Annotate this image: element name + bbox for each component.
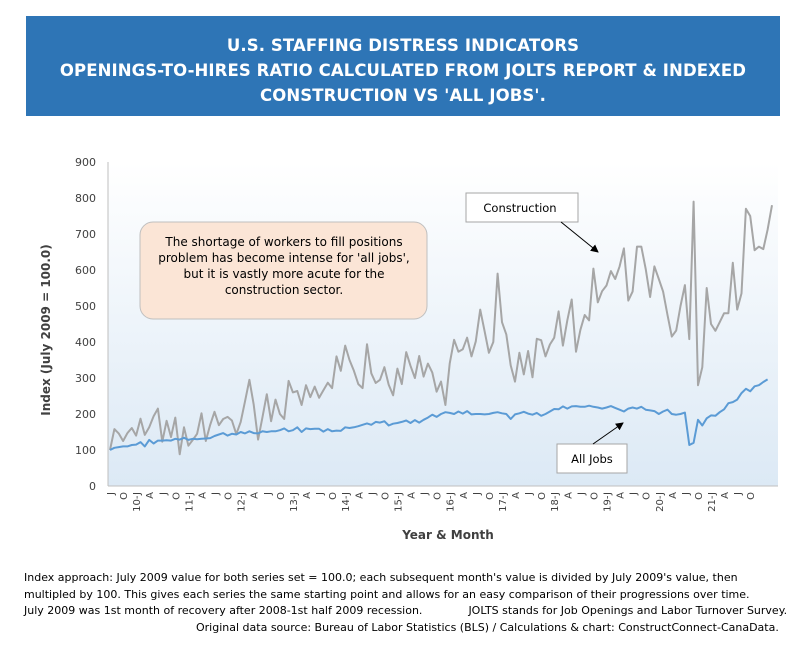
x-tick-label: O [485,492,496,500]
x-tick-label: A [250,492,261,499]
y-tick-label: 300 [75,372,96,385]
x-tick-label: O [224,492,235,500]
x-tick-label: 20-J [655,492,666,512]
x-axis-title: Year & Month [401,528,494,542]
x-tick-label: A [197,492,208,499]
x-tick-label: A [145,492,156,499]
y-tick-label: 700 [75,228,96,241]
x-tick-label: J [472,492,483,496]
x-tick-label: O [328,492,339,500]
x-tick-label: A [668,492,679,499]
x-tick-label: A [511,492,522,499]
all-jobs-label: All Jobs [571,452,613,466]
title-line-1: U.S. STAFFING DISTRESS INDICATORS [226,36,580,55]
x-tick-label: A [563,492,574,499]
y-tick-label: 200 [75,408,96,421]
x-tick-label: A [354,492,365,499]
x-tick-label: J [629,492,640,496]
y-tick-labels: 0 100 200 300 400 500 600 700 800 900 [75,156,96,493]
title-line-2: OPENINGS-TO-HIRES RATIO CALCULATED FROM … [59,61,747,80]
x-tick-label: O [171,492,182,500]
x-tick-label: J [576,492,587,496]
x-tick-label: 11-J [184,492,195,512]
footnote-line-2: multipled by 100. This gives each series… [24,587,750,601]
footnote-line-3: July 2009 was 1st month of recovery afte… [24,603,788,620]
x-tick-label: O [589,492,600,500]
x-tick-label: 14-J [341,492,352,512]
x-tick-label: O [119,492,130,500]
x-tick-label: O [746,492,757,500]
x-tick-label: A [720,492,731,499]
x-tick-labels: J O 10-J A J O 11-J A J O 12-J A J O 13-J A J O 14-J A J O 15-… [106,492,757,512]
x-tick-label: 17-J [498,492,509,512]
chart-title-banner: U.S. STAFFING DISTRESS INDICATORS OPENIN… [26,16,780,116]
x-tick-label: J [158,492,169,496]
y-tick-label: 100 [75,444,96,457]
x-tick-label: A [407,492,418,499]
title-line-3: CONSTRUCTION VS 'ALL JOBS'. [260,86,546,105]
x-tick-label: O [694,492,705,500]
y-tick-label: 800 [75,192,96,205]
x-tick-label: O [537,492,548,500]
footnote-line-4: Original data source: Bureau of Labor St… [196,620,779,634]
x-tick-label: O [276,492,287,500]
line-chart: 0100200300400500600700800900 J O 10-J A J O 11… [39,156,778,542]
x-tick-label: A [302,492,313,499]
y-axis-title: Index (July 2009 = 100.0) [39,244,53,416]
footnote-jolts-note: JOLTS stands for Job Openings and Labor … [468,604,788,617]
x-tick-label: J [211,492,222,496]
y-tick-label: 400 [75,336,96,349]
footnote: Index approach: July 2009 value for both… [24,570,788,636]
x-tick-label: J [420,492,431,496]
x-tick-label: A [616,492,627,499]
x-tick-label: O [433,492,444,500]
x-tick-label: O [380,492,391,500]
x-tick-label: 16-J [446,492,457,512]
x-tick-label: 19-J [603,492,614,512]
x-tick-label: J [106,492,117,496]
footnote-recession-note: July 2009 was 1st month of recovery afte… [24,604,423,617]
x-tick-label: 21-J [707,492,718,512]
x-tick-label: J [681,492,692,496]
x-tick-label: J [733,492,744,496]
x-tick-label: 10-J [132,492,143,512]
x-tick-label: O [642,492,653,500]
construction-label: Construction [483,201,556,215]
x-tick-label: A [459,492,470,499]
x-tick-label: J [315,492,326,496]
x-tick-label: J [263,492,274,496]
x-tick-label: J [367,492,378,496]
footnote-line-1: Index approach: July 2009 value for both… [24,571,738,584]
y-tick-label: 900 [75,156,96,169]
x-tick-label: 18-J [550,492,561,512]
y-tick-label: 0 [89,480,96,493]
y-tick-label: 600 [75,264,96,277]
x-tick-label: 12-J [237,492,248,512]
x-tick-label: 13-J [289,492,300,512]
x-tick-label: J [524,492,535,496]
y-tick-label: 500 [75,300,96,313]
x-tick-label: 15-J [393,492,404,512]
